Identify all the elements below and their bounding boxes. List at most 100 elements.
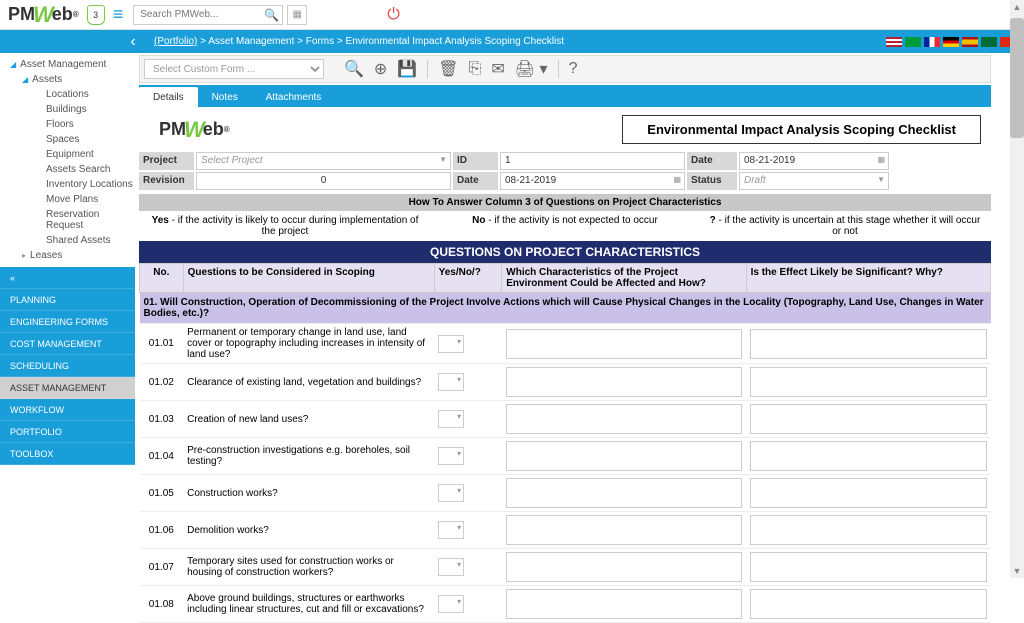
col-no: No. bbox=[140, 264, 184, 293]
effect-textarea[interactable] bbox=[750, 404, 986, 434]
help-icon[interactable]: ? bbox=[569, 60, 578, 78]
table-row: 01.07Temporary sites used for constructi… bbox=[140, 549, 991, 586]
clipboard-icon[interactable]: ⎘ bbox=[469, 60, 482, 78]
q-no: 01.02 bbox=[140, 364, 184, 401]
q-no: 01.04 bbox=[140, 438, 184, 475]
date-input-2[interactable]: 08-21-2019▦ bbox=[500, 172, 685, 190]
table-row: 01.01Permanent or temporary change in la… bbox=[140, 324, 991, 364]
tree-item[interactable]: Reservation Request bbox=[0, 207, 135, 233]
effect-textarea[interactable] bbox=[750, 589, 986, 619]
nav-collapse-button[interactable]: « bbox=[0, 267, 135, 289]
tab-bar: Details Notes Attachments bbox=[139, 85, 991, 107]
tab-details[interactable]: Details bbox=[139, 87, 198, 107]
tree-item[interactable]: Floors bbox=[0, 117, 135, 132]
scrollbar[interactable]: ▲ ▼ bbox=[1010, 0, 1024, 578]
flag-de[interactable] bbox=[943, 37, 959, 47]
yesno-select[interactable] bbox=[438, 410, 464, 428]
tree-leases[interactable]: ▸Leases bbox=[0, 248, 135, 263]
tree-item[interactable]: Shared Assets bbox=[0, 233, 135, 248]
effect-textarea[interactable] bbox=[750, 367, 986, 397]
tree-assets[interactable]: ◢Assets bbox=[0, 72, 135, 87]
scroll-down-icon[interactable]: ▼ bbox=[1010, 564, 1024, 578]
scroll-up-icon[interactable]: ▲ bbox=[1010, 0, 1024, 14]
date-input[interactable]: 08-21-2019▦ bbox=[739, 152, 889, 170]
nav-workflow[interactable]: WORKFLOW bbox=[0, 399, 135, 421]
nav-engineering-forms[interactable]: ENGINEERING FORMS bbox=[0, 311, 135, 333]
characteristics-textarea[interactable] bbox=[506, 329, 742, 359]
yesno-select[interactable] bbox=[438, 447, 464, 465]
characteristics-textarea[interactable] bbox=[506, 589, 742, 619]
characteristics-textarea[interactable] bbox=[506, 478, 742, 508]
effect-textarea[interactable] bbox=[750, 515, 986, 545]
search-icon[interactable]: 🔍 bbox=[264, 8, 279, 22]
power-icon[interactable]: ⏻ bbox=[387, 6, 400, 24]
tree-item[interactable]: Move Plans bbox=[0, 192, 135, 207]
breadcrumb-back-icon[interactable]: ‹ bbox=[125, 30, 141, 53]
flag-fr[interactable] bbox=[924, 37, 940, 47]
calendar-button[interactable]: ▦ bbox=[287, 5, 307, 25]
yesno-select[interactable] bbox=[438, 595, 464, 613]
yesno-select[interactable] bbox=[438, 373, 464, 391]
q-no: 01.08 bbox=[140, 586, 184, 623]
table-row: 01.08Above ground buildings, structures … bbox=[140, 586, 991, 623]
flag-us[interactable] bbox=[886, 37, 902, 47]
custom-form-select[interactable]: Select Custom Form ... bbox=[144, 59, 324, 79]
flag-sa[interactable] bbox=[981, 37, 997, 47]
nav-cost-management[interactable]: COST MANAGEMENT bbox=[0, 333, 135, 355]
tree-item[interactable]: Inventory Locations bbox=[0, 177, 135, 192]
chevron-down-icon: ▼ bbox=[877, 175, 885, 184]
flag-es[interactable] bbox=[962, 37, 978, 47]
yesno-select[interactable] bbox=[438, 521, 464, 539]
col-effect: Is the Effect Likely be Significant? Why… bbox=[746, 264, 990, 293]
revision-input[interactable]: 0 bbox=[196, 172, 451, 190]
flag-br[interactable] bbox=[905, 37, 921, 47]
characteristics-textarea[interactable] bbox=[506, 515, 742, 545]
id-input[interactable]: 1 bbox=[500, 152, 685, 170]
status-input[interactable]: Draft▼ bbox=[739, 172, 889, 190]
save-icon[interactable]: 💾 bbox=[397, 59, 417, 79]
project-input[interactable]: Select Project▼ bbox=[196, 152, 451, 170]
yesno-select[interactable] bbox=[438, 558, 464, 576]
characteristics-textarea[interactable] bbox=[506, 367, 742, 397]
tree-root[interactable]: ◢Asset Management bbox=[0, 57, 135, 72]
q-no: 01.07 bbox=[140, 549, 184, 586]
tree-item[interactable]: Assets Search bbox=[0, 162, 135, 177]
add-icon[interactable]: ⊕ bbox=[374, 59, 387, 79]
effect-textarea[interactable] bbox=[750, 329, 986, 359]
mail-icon[interactable]: ✉ bbox=[491, 59, 504, 79]
nav-toolbox[interactable]: TOOLBOX bbox=[0, 443, 135, 465]
effect-textarea[interactable] bbox=[750, 441, 986, 471]
yesno-select[interactable] bbox=[438, 484, 464, 502]
effect-textarea[interactable] bbox=[750, 478, 986, 508]
date-label: Date bbox=[687, 152, 737, 170]
characteristics-textarea[interactable] bbox=[506, 441, 742, 471]
tab-notes[interactable]: Notes bbox=[198, 87, 252, 107]
search-input[interactable] bbox=[133, 5, 283, 25]
nav-scheduling[interactable]: SCHEDULING bbox=[0, 355, 135, 377]
search-tool-icon[interactable]: 🔍 bbox=[344, 59, 364, 79]
main-content: Select Custom Form ... 🔍 ⊕ 💾 🗑 ⎘ ✉ 🖨 ▾ ?… bbox=[135, 53, 995, 623]
print-icon[interactable]: 🖨 ▾ bbox=[515, 59, 548, 79]
top-bar: PMWeb® 3 ≡ 🔍 ▦ ⏻ bbox=[0, 0, 1024, 30]
tree-item[interactable]: Equipment bbox=[0, 147, 135, 162]
tree-item[interactable]: Locations bbox=[0, 87, 135, 102]
scroll-thumb[interactable] bbox=[1010, 18, 1024, 138]
characteristics-textarea[interactable] bbox=[506, 404, 742, 434]
nav-portfolio[interactable]: PORTFOLIO bbox=[0, 421, 135, 443]
nav-planning[interactable]: PLANNING bbox=[0, 289, 135, 311]
q-no: 01.05 bbox=[140, 475, 184, 512]
shield-badge[interactable]: 3 bbox=[87, 5, 105, 25]
tab-attachments[interactable]: Attachments bbox=[252, 87, 336, 107]
menu-icon[interactable]: ≡ bbox=[113, 4, 124, 25]
breadcrumb-portfolio[interactable]: (Portfolio) bbox=[154, 36, 197, 47]
delete-icon[interactable]: 🗑 bbox=[438, 59, 458, 79]
tree-item[interactable]: Spaces bbox=[0, 132, 135, 147]
project-label: Project bbox=[139, 152, 194, 170]
q-text: Temporary sites used for construction wo… bbox=[183, 549, 434, 586]
date-label-2: Date bbox=[453, 172, 498, 190]
q-no: 01.03 bbox=[140, 401, 184, 438]
tree-item[interactable]: Buildings bbox=[0, 102, 135, 117]
nav-asset-management[interactable]: ASSET MANAGEMENT bbox=[0, 377, 135, 399]
howto-header: How To Answer Column 3 of Questions on P… bbox=[139, 194, 991, 211]
yesno-select[interactable] bbox=[438, 335, 464, 353]
